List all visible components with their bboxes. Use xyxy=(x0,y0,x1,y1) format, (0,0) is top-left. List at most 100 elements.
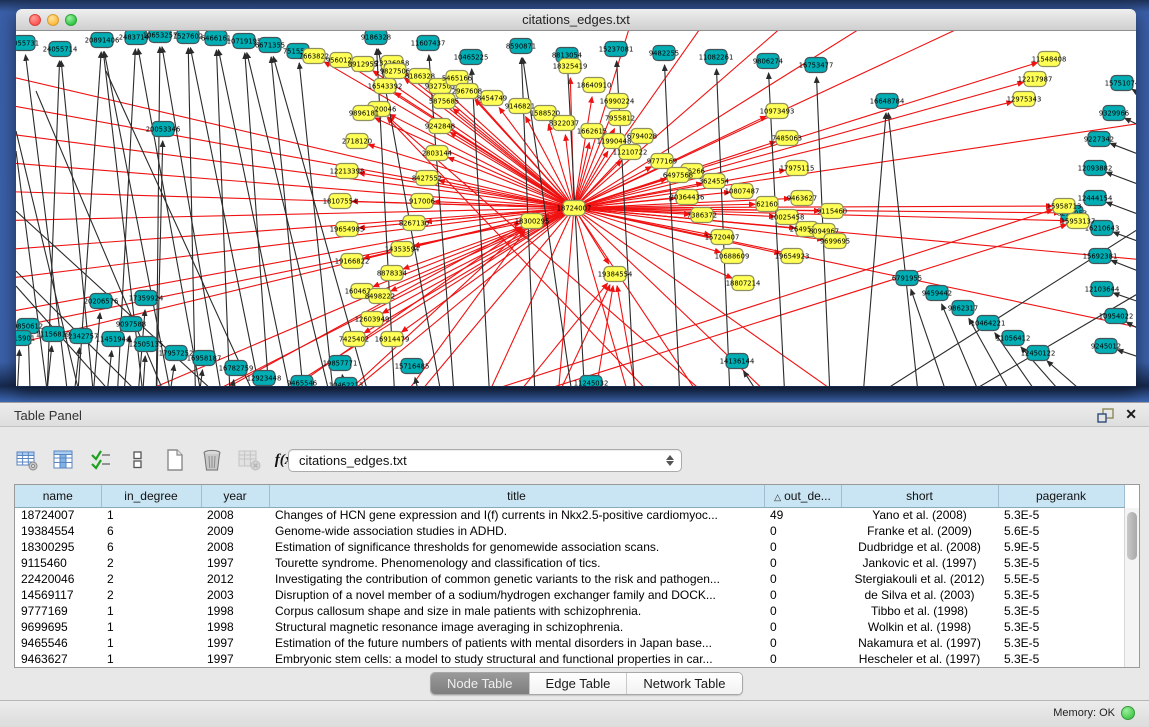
column-header-year[interactable]: year xyxy=(201,485,269,507)
graph-node[interactable]: 8427552 xyxy=(412,171,442,186)
tab-network-table[interactable]: Network Table xyxy=(627,673,741,694)
graph-node[interactable]: 19857771 xyxy=(323,356,358,371)
graph-node[interactable]: 8912955 xyxy=(348,57,378,72)
graph-node[interactable]: 12444154 xyxy=(1078,191,1113,206)
graph-node[interactable]: 18107554 xyxy=(323,194,358,209)
graph-node[interactable]: 6791955 xyxy=(892,271,922,286)
graph-node[interactable]: 8498222 xyxy=(365,289,395,304)
graph-node[interactable]: 9115460 xyxy=(817,204,847,219)
graph-node[interactable]: 917006 xyxy=(409,194,435,209)
table-row[interactable]: 946554611997Estimation of the future num… xyxy=(15,635,1124,651)
graph-node[interactable]: 8267130 xyxy=(399,216,429,231)
network-graph[interactable]: 2055731240557142089140624837141106532571… xyxy=(16,31,1136,386)
graph-node[interactable]: 12450122 xyxy=(1021,346,1056,361)
graph-node[interactable]: 7386372 xyxy=(687,208,717,223)
graph-node[interactable]: 8590871 xyxy=(506,39,536,54)
graph-node[interactable]: 8454749 xyxy=(477,91,507,106)
graph-node[interactable]: 9699695 xyxy=(820,234,850,249)
graph-node[interactable]: 9806274 xyxy=(753,54,783,69)
graph-node[interactable]: 12217987 xyxy=(1018,72,1053,87)
graph-node[interactable]: 5875685 xyxy=(429,94,459,109)
table-row[interactable]: 946362711997Embryonic stem cells: a mode… xyxy=(15,651,1124,667)
graph-node[interactable]: 9463627 xyxy=(787,191,817,206)
graph-node[interactable]: 7663822 xyxy=(299,49,329,64)
table-row[interactable]: 1830029562008Estimation of significance … xyxy=(15,539,1124,555)
rows-icon[interactable] xyxy=(125,448,151,472)
graph-node[interactable]: 11451944 xyxy=(96,332,131,347)
graph-node[interactable]: 9329966 xyxy=(1099,106,1129,121)
float-panel-icon[interactable] xyxy=(1097,408,1115,423)
graph-node[interactable]: 7425402 xyxy=(339,332,369,347)
column-header-out_de[interactable]: △out_de... xyxy=(764,485,841,507)
network-canvas[interactable]: 2055731240557142089140624837141106532571… xyxy=(16,31,1136,386)
column-header-short[interactable]: short xyxy=(841,485,998,507)
graph-node[interactable]: 15751074 xyxy=(1105,76,1136,91)
graph-node[interactable]: 9459442 xyxy=(922,286,952,301)
table-row[interactable]: 977716911998Corpus callosum shape and si… xyxy=(15,603,1124,619)
graph-node[interactable]: 11548408 xyxy=(1032,52,1067,67)
graph-node[interactable]: 8878334 xyxy=(377,266,407,281)
row-select-icon[interactable] xyxy=(88,448,114,472)
trash-icon[interactable] xyxy=(199,448,225,472)
graph-node[interactable]: 3624554 xyxy=(699,174,729,189)
table-row[interactable]: 1938455462009Genome-wide association stu… xyxy=(15,523,1124,539)
graph-node[interactable]: 6497568 xyxy=(663,168,693,183)
table-row[interactable]: 911546021997Tourette syndrome. Phenomeno… xyxy=(15,555,1124,571)
graph-node[interactable]: 1527602 xyxy=(173,31,203,44)
scrollbar-thumb[interactable] xyxy=(1127,512,1137,560)
graph-node[interactable]: 10465225 xyxy=(454,50,489,65)
graph-node[interactable]: 20891406 xyxy=(85,33,120,48)
graph-node[interactable]: 11082261 xyxy=(699,50,734,65)
graph-node[interactable]: 9097588 xyxy=(116,317,146,332)
table-row[interactable]: 1456911722003Disruption of a novel membe… xyxy=(15,587,1124,603)
graph-node[interactable]: 6671355 xyxy=(255,38,285,53)
graph-node[interactable]: 9245012 xyxy=(1091,339,1121,354)
tab-node-table[interactable]: Node Table xyxy=(431,673,530,694)
graph-node[interactable]: 10954022 xyxy=(1099,309,1134,324)
graph-node[interactable]: 9465546 xyxy=(287,376,317,387)
new-document-icon[interactable] xyxy=(162,448,188,472)
graph-node[interactable]: 9242848 xyxy=(425,119,455,134)
column-select-icon[interactable] xyxy=(51,448,77,472)
graph-node[interactable]: 2803144 xyxy=(422,146,452,161)
graph-node[interactable]: 10462213 xyxy=(329,378,364,387)
graph-node[interactable]: 10807487 xyxy=(725,184,760,199)
table-row[interactable]: 1872400712008Changes of HCN gene express… xyxy=(15,507,1124,523)
window-titlebar[interactable]: citations_edges.txt xyxy=(16,9,1136,31)
graph-node[interactable]: 9227342 xyxy=(1084,132,1114,147)
graph-node[interactable]: 20206576 xyxy=(84,294,119,309)
graph-node[interactable]: 16914479 xyxy=(375,332,410,347)
graph-node[interactable]: 62160 xyxy=(756,197,778,212)
graph-node[interactable]: 16782759 xyxy=(219,361,254,376)
graph-node[interactable]: 9777169 xyxy=(647,154,677,169)
table-scrollbar[interactable] xyxy=(1124,508,1139,667)
graph-node[interactable]: 7485063 xyxy=(772,131,802,146)
table-row[interactable]: 2242004622012Investigating the contribut… xyxy=(15,571,1124,587)
graph-node[interactable]: 16753477 xyxy=(799,58,834,73)
graph-node[interactable]: 2718120 xyxy=(342,134,372,149)
column-header-in_degree[interactable]: in_degree xyxy=(101,485,201,507)
graph-node[interactable]: 14136144 xyxy=(720,354,755,369)
graph-node[interactable]: 18640910 xyxy=(577,78,612,93)
graph-node[interactable]: 9896181 xyxy=(349,106,379,121)
graph-node[interactable]: 15716485 xyxy=(395,359,430,374)
graph-node[interactable]: 19384554 xyxy=(598,267,633,282)
graph-node[interactable]: 15237081 xyxy=(599,42,634,57)
graph-node[interactable]: 1662615 xyxy=(577,124,607,139)
graph-node[interactable]: 9862317 xyxy=(948,301,978,316)
graph-node[interactable]: 12975343 xyxy=(1007,92,1042,107)
graph-node[interactable]: 8322037 xyxy=(549,116,579,131)
graph-node[interactable]: 9186328 xyxy=(361,31,391,45)
graph-node[interactable]: 11607437 xyxy=(411,36,446,51)
table-row[interactable]: 969969511998Structural magnetic resonanc… xyxy=(15,619,1124,635)
graph-node[interactable]: 11056412 xyxy=(996,331,1031,346)
graph-node[interactable]: 10464221 xyxy=(971,316,1006,331)
column-header-pagerank[interactable]: pagerank xyxy=(998,485,1124,507)
graph-node[interactable]: 6794028 xyxy=(627,129,657,144)
table-select-dropdown[interactable]: citations_edges.txt xyxy=(288,449,682,472)
table-settings-icon[interactable] xyxy=(14,448,40,472)
graph-node[interactable]: 7955812 xyxy=(605,111,635,126)
column-header-name[interactable]: name xyxy=(15,485,101,507)
graph-node[interactable]: 10688609 xyxy=(715,249,750,264)
graph-node[interactable]: 9482255 xyxy=(649,46,679,61)
